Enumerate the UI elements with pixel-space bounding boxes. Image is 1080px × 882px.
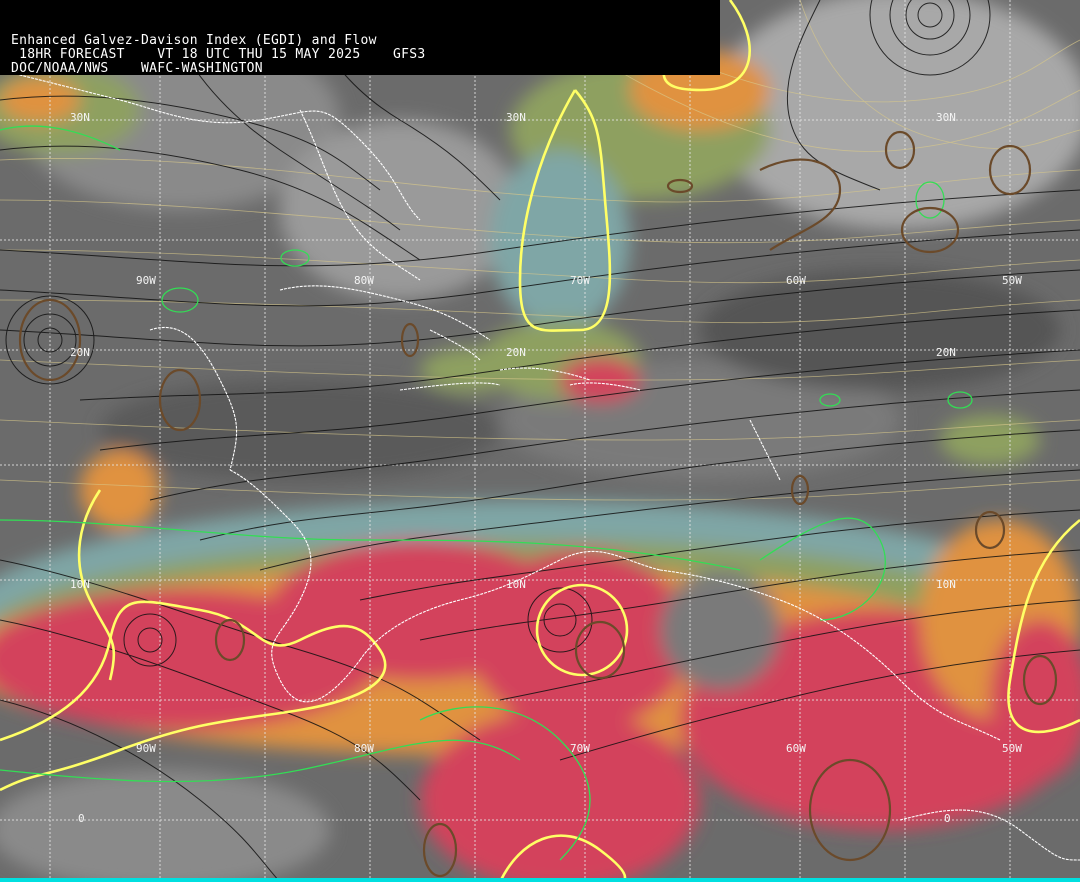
egdi-map: 30N 30N 30N 20N 20N 20N 10N 10N 10N 0 0 … [0,0,1080,882]
lon-label: 50W [1002,274,1022,287]
header-title: Enhanced Galvez-Davison Index (EGDI) and… [11,33,377,48]
lat-label: 20N [70,346,90,359]
lat-label: 30N [506,111,526,124]
lon-label: 80W [354,742,374,755]
lat-label: 10N [936,578,956,591]
chart-header: Enhanced Galvez-Davison Index (EGDI) and… [0,0,720,75]
lat-label: 10N [70,578,90,591]
lat-label: 30N [70,111,90,124]
lon-label: 70W [570,274,590,287]
lon-label: 50W [1002,742,1022,755]
lon-label: 90W [136,274,156,287]
bottom-border [0,878,1080,882]
lat-label: 30N [936,111,956,124]
lat-label: 0 [78,812,85,825]
header-agency: DOC/NOAA/NWS WAFC-WASHINGTON [11,61,263,76]
lat-label: 20N [936,346,956,359]
lon-label: 70W [570,742,590,755]
header-forecast-line: 18HR FORECAST VT 18 UTC THU 15 MAY 2025 … [11,47,426,62]
lon-label: 90W [136,742,156,755]
lon-label: 60W [786,274,806,287]
lon-label: 60W [786,742,806,755]
lon-label: 80W [354,274,374,287]
lat-label: 10N [506,578,526,591]
lat-label: 20N [506,346,526,359]
lat-label: 0 [944,812,951,825]
